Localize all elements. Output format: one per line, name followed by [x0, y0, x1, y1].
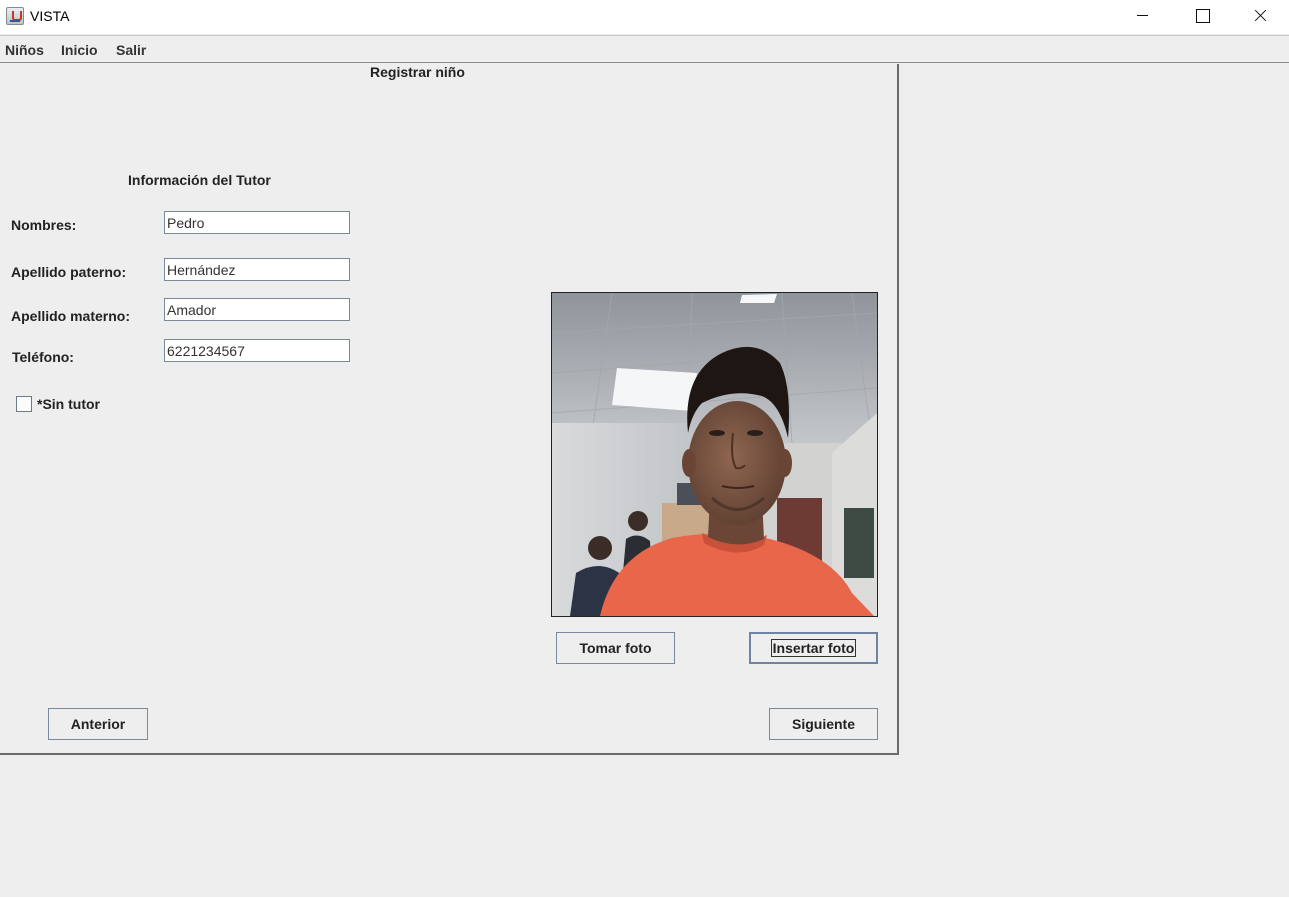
apellido-paterno-input[interactable] — [164, 258, 350, 281]
insert-photo-label: Insertar foto — [770, 639, 857, 657]
menu-salir[interactable]: Salir — [116, 42, 146, 58]
nombres-input[interactable] — [164, 211, 350, 234]
telefono-input[interactable] — [164, 339, 350, 362]
next-button[interactable]: Siguiente — [769, 708, 878, 740]
nombres-label: Nombres: — [11, 217, 77, 233]
form-title: Registrar niño — [370, 64, 465, 80]
title-bar: VISTA — [0, 0, 1289, 34]
apellido-materno-label: Apellido materno: — [11, 308, 131, 324]
maximize-icon[interactable] — [1172, 0, 1230, 32]
register-child-panel: Registrar niño Información del Tutor Nom… — [0, 64, 899, 755]
take-photo-button[interactable]: Tomar foto — [556, 632, 675, 664]
section-title: Información del Tutor — [128, 172, 271, 188]
apellido-paterno-label: Apellido paterno: — [11, 264, 127, 280]
menu-bar: Niños Inicio Salir — [0, 35, 1289, 63]
insert-photo-button[interactable]: Insertar foto — [749, 632, 878, 664]
previous-button[interactable]: Anterior — [48, 708, 148, 740]
menu-inicio[interactable]: Inicio — [61, 42, 98, 58]
apellido-materno-input[interactable] — [164, 298, 350, 321]
sin-tutor-checkbox[interactable] — [16, 396, 32, 412]
close-icon[interactable] — [1231, 0, 1289, 32]
sin-tutor-label: *Sin tutor — [37, 396, 100, 412]
telefono-label: Teléfono: — [12, 349, 74, 365]
photo-preview — [551, 292, 878, 617]
window-title: VISTA — [30, 8, 70, 24]
minimize-icon[interactable] — [1113, 0, 1171, 32]
menu-ninos[interactable]: Niños — [5, 42, 44, 58]
java-cup-icon — [6, 7, 24, 25]
